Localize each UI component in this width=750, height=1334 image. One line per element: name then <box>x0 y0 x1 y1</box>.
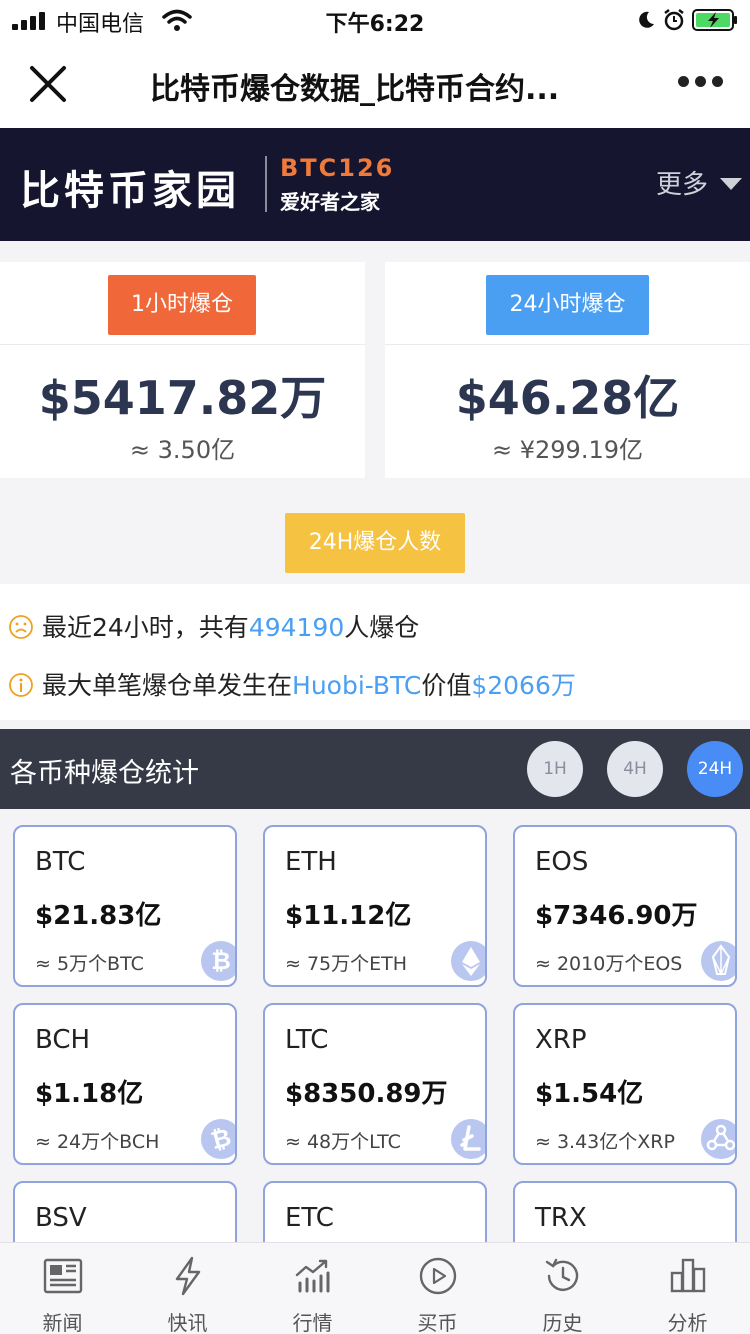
divider <box>385 344 750 345</box>
day-liquidation-cny: ≈ ¥299.19亿 <box>492 436 643 464</box>
liquidated-people-count: 494190 <box>248 613 345 642</box>
site-logo-subtitle: 爱好者之家 <box>280 190 380 214</box>
ripple-icon <box>701 1119 735 1159</box>
coin-card-ltc[interactable]: LTC $8350.89万 ≈ 48万个LTC <box>263 1003 487 1165</box>
history-icon <box>545 1258 579 1291</box>
coin-card-eth[interactable]: ETH $11.12亿 ≈ 75万个ETH <box>263 825 487 987</box>
hour-liquidation-cny: ≈ 3.50亿 <box>129 436 236 464</box>
coin-amount: ≈ 75万个ETH <box>285 953 408 975</box>
hour-liquidation-badge: 1小时爆仓 <box>108 275 256 335</box>
people-count-badge: 24H爆仓人数 <box>285 513 465 573</box>
info-count-prefix: 最近24小时，共有 <box>42 613 249 642</box>
coin-symbol: ETC <box>285 1203 334 1233</box>
coin-card-btc[interactable]: BTC $21.83亿 ≈ 5万个BTC ₿ <box>13 825 237 987</box>
tab-label: 历史 <box>542 1311 583 1334</box>
coin-value: $1.18亿 <box>35 1079 144 1109</box>
coin-value: $21.83亿 <box>35 901 162 931</box>
coin-value: $11.12亿 <box>285 901 412 931</box>
tab-label: 分析 <box>667 1311 708 1334</box>
divider <box>0 344 365 345</box>
info-largest-prefix: 最大单笔爆仓单发生在 <box>42 671 293 700</box>
coin-symbol: BCH <box>35 1025 91 1055</box>
close-icon[interactable] <box>28 64 68 104</box>
coin-value: $1.54亿 <box>535 1079 644 1109</box>
bitcoin-icon: ₿ <box>201 941 235 981</box>
timeframe-4h-button[interactable]: 4H <box>607 741 663 797</box>
tab-market[interactable]: 行情 <box>250 1243 375 1334</box>
info-icon <box>9 673 33 697</box>
more-options-icon[interactable] <box>678 76 724 90</box>
coin-amount: ≈ 24万个BCH <box>35 1131 160 1153</box>
site-header: 比特币家园 BTC126 爱好者之家 更多 <box>0 128 750 241</box>
bitcoin-cash-icon: ₿ <box>201 1119 235 1159</box>
coin-card-eos[interactable]: EOS $7346.90万 ≈ 2010万个EOS <box>513 825 737 987</box>
tab-analysis[interactable]: 分析 <box>625 1243 750 1334</box>
info-row-count: 最近24小时，共有494190人爆仓 <box>8 608 419 648</box>
coin-amount: ≈ 5万个BTC <box>35 953 144 975</box>
more-menu-button[interactable]: 更多 <box>656 164 708 201</box>
day-liquidation-card: 24小时爆仓 $46.28亿 ≈ ¥299.19亿 <box>385 262 750 478</box>
caret-down-icon[interactable] <box>720 178 742 190</box>
page-title: 比特币爆仓数据_比特币合约... <box>150 72 560 107</box>
timeframe-24h-button[interactable]: 24H <box>687 741 743 797</box>
moon-icon <box>639 11 654 28</box>
info-row-largest: 最大单笔爆仓单发生在Huobi-BTC价值$2066万 <box>8 666 576 706</box>
day-liquidation-badge: 24小时爆仓 <box>486 275 649 335</box>
coin-amount: ≈ 2010万个EOS <box>535 953 683 975</box>
logo-divider <box>265 156 267 212</box>
coin-value: $8350.89万 <box>285 1079 448 1109</box>
coin-symbol: LTC <box>285 1025 329 1055</box>
svg-text:₿: ₿ <box>208 1123 234 1155</box>
newspaper-icon <box>43 1258 83 1294</box>
tab-label: 快讯 <box>167 1311 208 1334</box>
tab-flash[interactable]: 快讯 <box>125 1243 250 1334</box>
eos-icon <box>701 941 735 981</box>
largest-order-exchange[interactable]: Huobi-BTC <box>292 671 421 700</box>
coin-symbol: BTC <box>35 847 86 877</box>
bar-chart-icon <box>670 1258 706 1293</box>
tab-news[interactable]: 新闻 <box>0 1243 125 1334</box>
coin-symbol: TRX <box>535 1203 587 1233</box>
timeframe-1h-button[interactable]: 1H <box>527 741 583 797</box>
hour-liquidation-value: $5417.82万 <box>38 371 327 425</box>
coin-amount: ≈ 3.43亿个XRP <box>535 1131 675 1153</box>
coin-stats-header: 各币种爆仓统计 1H 4H 24H <box>0 729 750 809</box>
svg-text:₿: ₿ <box>211 947 231 975</box>
nav-bar: 比特币爆仓数据_比特币合约... <box>0 40 750 128</box>
largest-order-value: $2066万 <box>471 671 576 700</box>
ethereum-icon <box>451 941 485 981</box>
coin-symbol: EOS <box>535 847 589 877</box>
tab-bar: 新闻 快讯 行情 买币 历史 分析 <box>0 1242 750 1334</box>
liquidation-info: 最近24小时，共有494190人爆仓 最大单笔爆仓单发生在Huobi-BTC价值… <box>0 584 750 720</box>
hour-liquidation-card: 1小时爆仓 $5417.82万 ≈ 3.50亿 <box>0 262 365 478</box>
status-bar: 中国电信 下午6:22 <box>0 0 750 40</box>
coin-card-xrp[interactable]: XRP $1.54亿 ≈ 3.43亿个XRP <box>513 1003 737 1165</box>
coin-symbol: ETH <box>285 847 337 877</box>
info-count-suffix: 人爆仓 <box>344 613 420 642</box>
coin-amount: ≈ 48万个LTC <box>285 1131 401 1153</box>
tab-label: 新闻 <box>42 1311 83 1334</box>
day-liquidation-value: $46.28亿 <box>455 371 680 425</box>
tab-buy[interactable]: 买币 <box>375 1243 500 1334</box>
coin-stats-title: 各币种爆仓统计 <box>10 758 199 789</box>
litecoin-icon <box>451 1119 485 1159</box>
sad-face-icon <box>9 615 33 639</box>
tab-history[interactable]: 历史 <box>500 1243 625 1334</box>
coin-symbol: BSV <box>35 1203 87 1233</box>
battery-icon <box>692 9 737 31</box>
coin-symbol: XRP <box>535 1025 587 1055</box>
tab-label: 买币 <box>417 1311 458 1334</box>
chart-icon <box>295 1259 330 1293</box>
site-logo-en: BTC126 <box>280 154 395 182</box>
info-largest-mid: 价值 <box>421 671 472 700</box>
site-logo[interactable]: 比特币家园 <box>20 158 240 216</box>
coin-value: $7346.90万 <box>535 901 698 931</box>
coin-card-bch[interactable]: BCH $1.18亿 ≈ 24万个BCH ₿ <box>13 1003 237 1165</box>
tab-label: 行情 <box>292 1311 333 1334</box>
play-circle-icon <box>419 1257 457 1295</box>
alarm-icon <box>664 9 684 31</box>
lightning-icon <box>175 1256 201 1296</box>
